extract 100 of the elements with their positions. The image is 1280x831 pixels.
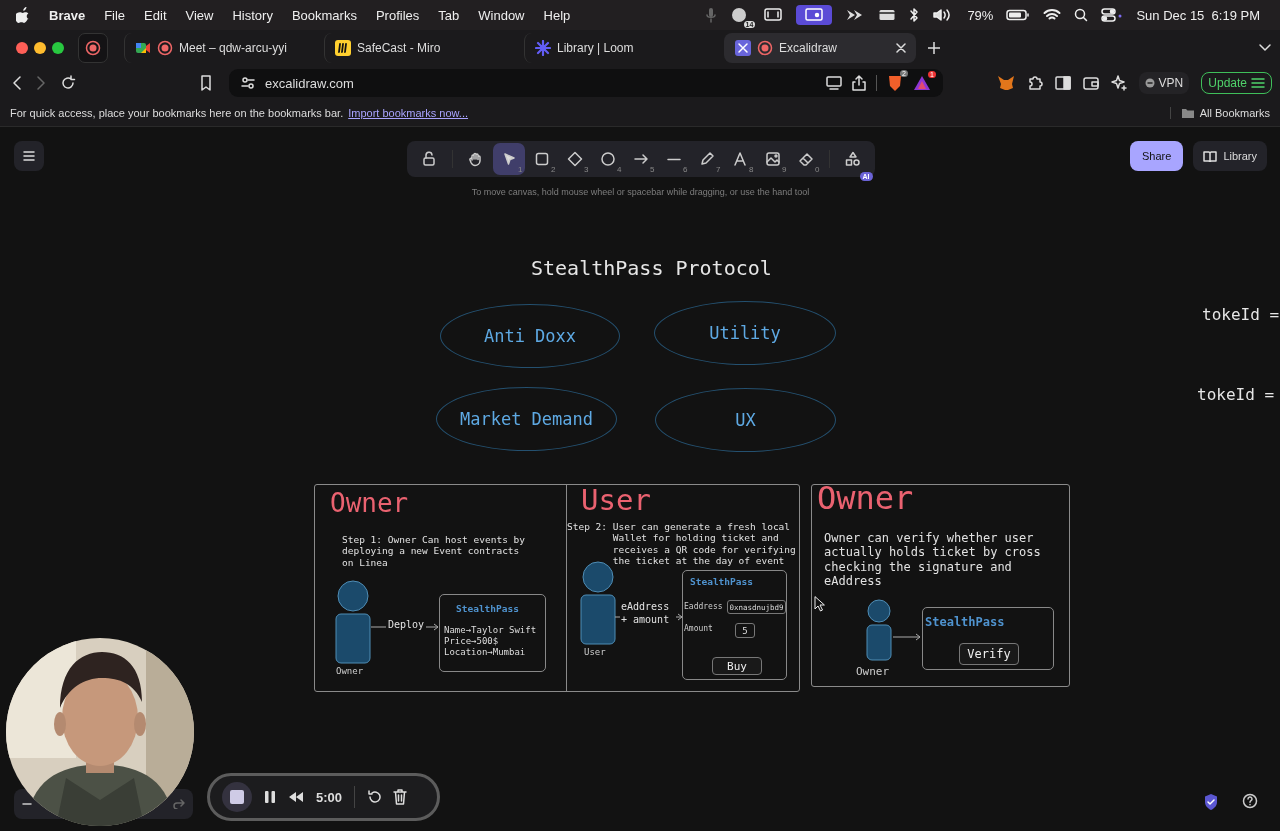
url-text[interactable]: excalidraw.com <box>265 75 354 91</box>
triangle-icon[interactable] <box>913 75 931 91</box>
browser-tab[interactable]: Excalidraw <box>724 33 916 63</box>
arrow-label: eAddress + amount <box>621 601 670 626</box>
menu-item[interactable]: Bookmarks <box>291 7 357 23</box>
event-details: Name→Taylor Swift Price→500$ Location→Mumbai <box>444 625 537 658</box>
rectangle-icon <box>533 151 550 167</box>
clock: Sun Dec 15 6:19 PM <box>1136 7 1260 23</box>
import-bookmarks-link[interactable]: Import bookmarks now... <box>348 107 469 119</box>
menu-item[interactable]: View <box>185 7 214 23</box>
menu-item[interactable]: File <box>104 7 126 23</box>
update-button[interactable]: Update <box>1201 72 1272 94</box>
line-tool[interactable]: 6 <box>657 143 690 175</box>
bluetooth-icon[interactable] <box>909 7 920 23</box>
menu-item[interactable]: Tab <box>438 7 460 23</box>
share-icon[interactable] <box>852 75 866 91</box>
trash-icon[interactable] <box>393 789 408 805</box>
shield-check-icon[interactable] <box>1203 793 1219 811</box>
main-menu-button[interactable] <box>14 141 44 171</box>
record-icon <box>85 40 101 56</box>
sparkle-icon[interactable] <box>1110 75 1127 91</box>
new-tab-icon[interactable] <box>928 42 940 54</box>
card-title: StealthPass <box>690 576 753 587</box>
help-icon[interactable] <box>1242 793 1258 809</box>
code-text: tokeId = <box>1202 305 1280 324</box>
menu-item[interactable]: Profiles <box>375 7 420 23</box>
canvas-hint: To move canvas, hold mouse wheel or spacebar while dragging, or use the hand tool <box>471 187 810 197</box>
menu-item[interactable]: Edit <box>144 7 167 23</box>
window-icon[interactable] <box>878 8 897 22</box>
connector-arrow <box>426 621 439 633</box>
bookmarks-hint: For quick access, place your bookmarks here on the bookmarks bar. <box>10 107 344 119</box>
menu-item[interactable]: Help <box>543 7 571 23</box>
connector-line <box>615 616 620 618</box>
section-heading: User <box>581 485 651 517</box>
pointer-icon <box>814 596 826 612</box>
puzzle-icon[interactable] <box>1026 75 1043 91</box>
board-logo-icon <box>335 40 351 56</box>
redo-icon[interactable] <box>173 799 185 809</box>
sidebar-icon[interactable] <box>1054 76 1071 90</box>
drawing-app-icon <box>735 40 751 56</box>
code-text: tokeId = <box>1197 385 1275 404</box>
browser-tab[interactable]: Meet – qdw-arcu-yyi <box>124 33 316 63</box>
card-title: StealthPass <box>456 603 519 614</box>
chevron-down-icon[interactable] <box>1258 43 1272 53</box>
buy-button[interactable]: Buy <box>712 657 762 675</box>
menu-item[interactable]: Window <box>478 7 525 23</box>
browser-tab[interactable]: Library | Loom <box>524 33 716 63</box>
pinned-tab[interactable] <box>78 33 108 63</box>
reload-icon[interactable] <box>60 75 76 91</box>
step-description: Step 1: Owner Can host events by deploying a new Event contracts on Linea <box>342 534 527 569</box>
all-bookmarks-button[interactable]: All Bookmarks <box>1169 107 1270 119</box>
diagram-title: StealthPass Protocol <box>531 256 772 280</box>
bookmark-icon[interactable] <box>200 75 212 91</box>
wallet-icon[interactable] <box>1082 76 1099 90</box>
app-menu[interactable]: Brave <box>49 7 86 23</box>
vpn-button[interactable]: VPN <box>1138 72 1190 94</box>
wifi-icon[interactable] <box>1043 8 1062 22</box>
apple-icon[interactable] <box>16 7 30 23</box>
rectangle-tool[interactable]: 2 <box>525 143 558 175</box>
eraser-tool[interactable]: 0 <box>789 143 822 175</box>
connector-line <box>371 626 386 628</box>
tune-icon[interactable] <box>241 77 255 89</box>
library-button[interactable]: Library <box>1193 141 1267 171</box>
battery-icon[interactable] <box>1006 9 1031 21</box>
starburst-icon <box>535 40 551 56</box>
pencil-tool[interactable]: 7 <box>690 143 723 175</box>
display-icon[interactable] <box>763 7 784 23</box>
forward-icon[interactable] <box>36 76 46 90</box>
browser-tab[interactable]: SafeCast - Miro <box>324 33 516 63</box>
fox-icon[interactable] <box>996 75 1015 91</box>
pause-icon[interactable] <box>264 790 276 804</box>
pencil-icon <box>698 151 715 167</box>
verify-button[interactable]: Verify <box>959 643 1019 665</box>
image-tool[interactable]: 9 <box>756 143 789 175</box>
install-app-icon[interactable] <box>826 76 842 90</box>
vpn-status-icon <box>1144 78 1155 88</box>
lock-icon <box>420 151 437 167</box>
menu-item[interactable]: History <box>232 7 273 23</box>
microphone-icon[interactable] <box>705 7 718 23</box>
search-icon[interactable] <box>1074 8 1089 22</box>
rewind-icon[interactable] <box>288 791 304 803</box>
step-description: User can generate a fresh local Wallet for holding ticket and receives a QR code for verifying the ticket at the day of event <box>612 521 796 567</box>
input-field[interactable]: 5 <box>735 623 755 638</box>
ellipse-tool[interactable]: 4 <box>591 143 624 175</box>
window-zoom-button[interactable] <box>52 42 64 54</box>
back-icon[interactable] <box>12 76 22 90</box>
restart-icon[interactable] <box>367 790 382 804</box>
stop-recording-button[interactable] <box>222 782 252 812</box>
window-close-button[interactable] <box>16 42 28 54</box>
stop-icon <box>230 790 244 804</box>
screen-share-status[interactable] <box>796 5 833 25</box>
share-button[interactable]: Share <box>1130 141 1184 171</box>
close-icon[interactable] <box>896 43 906 53</box>
video-call-icon <box>135 41 151 55</box>
control-center-icon[interactable] <box>1101 7 1124 23</box>
diamond-tool[interactable]: 3 <box>558 143 591 175</box>
field-label: Amount <box>684 624 713 633</box>
window-minimize-button[interactable] <box>34 42 46 54</box>
arrow-tool[interactable]: 5 <box>624 143 657 175</box>
text-tool[interactable]: 8 <box>723 143 756 175</box>
